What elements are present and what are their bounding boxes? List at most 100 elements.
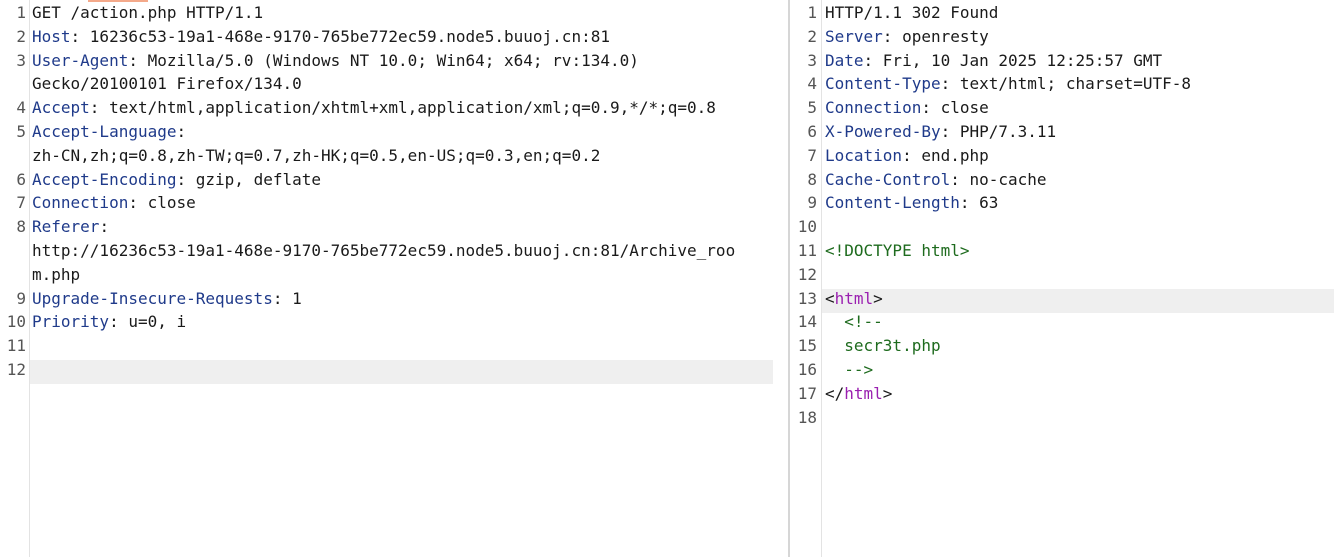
response-line[interactable]: 13 <html> bbox=[791, 287, 1334, 311]
line-content: http://16236c53-19a1-468e-9170-765be772e… bbox=[32, 239, 735, 263]
request-line[interactable]: 4 Accept: text/html,application/xhtml+xml… bbox=[0, 96, 783, 120]
header-name: Cache-Control bbox=[825, 169, 951, 189]
response-line[interactable]: 8 Cache-Control: no-cache bbox=[791, 168, 1334, 192]
body-text: zh-CN,zh;q=0.8,zh-TW;q=0.7,zh-HK;q=0.5,e… bbox=[32, 145, 601, 165]
line-number: 6 bbox=[807, 122, 817, 141]
header-name: Priority bbox=[32, 312, 110, 332]
header-value: : u=0, i bbox=[109, 312, 187, 332]
header-value: : Fri, 10 Jan 2025 12:25:57 GMT bbox=[863, 50, 1163, 70]
line-number: 1 bbox=[807, 3, 817, 22]
line-content: User-Agent: Mozilla/5.0 (Windows NT 10.0… bbox=[32, 49, 639, 73]
line-number: 10 bbox=[797, 217, 817, 237]
header-value: : text/html,application/xhtml+xml,applic… bbox=[89, 98, 716, 118]
response-line[interactable]: 4 Content-Type: text/html; charset=UTF-8 bbox=[791, 72, 1334, 96]
line-number: 9 bbox=[16, 288, 26, 308]
line-content: Server: openresty bbox=[825, 25, 989, 49]
line-number: 4 bbox=[16, 98, 26, 118]
header-value: : Mozilla/5.0 (Windows NT 10.0; Win64; x… bbox=[128, 50, 639, 70]
line-content: Accept-Encoding: gzip, deflate bbox=[32, 168, 321, 192]
response-line[interactable]: 18 bbox=[791, 406, 1334, 430]
response-line[interactable]: 17 </html> bbox=[791, 382, 1334, 406]
header-value: : close bbox=[921, 98, 989, 118]
response-line[interactable]: 15 secr3t.php bbox=[791, 334, 1334, 358]
header-name: Date bbox=[825, 50, 864, 70]
line-number: 11 bbox=[6, 336, 26, 356]
line-content: <!DOCTYPE html> bbox=[825, 239, 970, 263]
body-text: Gecko/20100101 Firefox/134.0 bbox=[32, 74, 302, 94]
request-line[interactable]: 12 bbox=[0, 358, 783, 382]
line-number: 12 bbox=[6, 360, 26, 379]
pane-splitter[interactable] bbox=[788, 0, 790, 557]
line-number: 11 bbox=[797, 241, 817, 260]
line-number: 5 bbox=[16, 122, 26, 141]
response-viewer[interactable]: 1 HTTP/1.1 302 Found 2 Server: openresty 3 Da… bbox=[791, 0, 1334, 557]
request-line[interactable]: 5 Accept-Language: bbox=[0, 120, 783, 144]
response-line[interactable]: 6 X-Powered-By: PHP/7.3.11 bbox=[791, 120, 1334, 144]
header-value: : openresty bbox=[882, 26, 989, 46]
header-value: : PHP/7.3.11 bbox=[940, 122, 1057, 141]
line-number: 7 bbox=[807, 145, 817, 165]
request-line[interactable]: 11 bbox=[0, 334, 783, 358]
body-text: <!DOCTYPE html> bbox=[825, 241, 970, 260]
response-line[interactable]: 2 Server: openresty bbox=[791, 25, 1334, 49]
line-number: 15 bbox=[797, 336, 817, 356]
line-number: 3 bbox=[16, 50, 26, 70]
request-line[interactable]: 9 Upgrade-Insecure-Requests: 1 bbox=[0, 287, 783, 311]
response-line[interactable]: 12 bbox=[791, 263, 1334, 287]
request-line[interactable]: m.php bbox=[0, 263, 783, 287]
line-content: Upgrade-Insecure-Requests: 1 bbox=[32, 287, 302, 311]
line-number: 14 bbox=[797, 312, 817, 332]
line-content: Accept: text/html,application/xhtml+xml,… bbox=[32, 96, 716, 120]
header-name: Location bbox=[825, 145, 903, 165]
line-number: 7 bbox=[16, 193, 26, 213]
response-line[interactable]: 16 --> bbox=[791, 358, 1334, 382]
request-editor[interactable]: 1 GET /action.php HTTP/1.1 2 Host: 16236c53… bbox=[0, 0, 783, 557]
line-content: Gecko/20100101 Firefox/134.0 bbox=[32, 72, 302, 96]
line-content: GET /action.php HTTP/1.1 bbox=[32, 1, 263, 25]
line-content: Location: end.php bbox=[825, 144, 989, 168]
line-content: Accept-Language: bbox=[32, 120, 186, 144]
request-line[interactable]: 1 GET /action.php HTTP/1.1 bbox=[0, 1, 783, 25]
response-line[interactable]: 3 Date: Fri, 10 Jan 2025 12:25:57 GMT bbox=[791, 49, 1334, 73]
header-name: X-Powered-By bbox=[825, 122, 941, 141]
request-line[interactable]: 10 Priority: u=0, i bbox=[0, 310, 783, 334]
header-value: : 63 bbox=[959, 193, 999, 213]
header-value: : 1 bbox=[272, 288, 302, 308]
line-content: Connection: close bbox=[32, 191, 196, 215]
line-content: secr3t.php bbox=[825, 334, 941, 358]
line-number: 17 bbox=[797, 383, 817, 403]
request-line[interactable]: Gecko/20100101 Firefox/134.0 bbox=[0, 72, 783, 96]
header-name: Referer bbox=[32, 217, 100, 237]
response-line[interactable]: 1 HTTP/1.1 302 Found bbox=[791, 1, 1334, 25]
request-line[interactable]: 8 Referer: bbox=[0, 215, 783, 239]
header-value: : text/html; charset=UTF-8 bbox=[940, 74, 1192, 94]
response-line[interactable]: 5 Connection: close bbox=[791, 96, 1334, 120]
response-line[interactable]: 11 <!DOCTYPE html> bbox=[791, 239, 1334, 263]
header-value: : gzip, deflate bbox=[176, 169, 322, 189]
line-content: </html> bbox=[825, 382, 892, 406]
line-number: 8 bbox=[807, 169, 817, 189]
request-line[interactable]: zh-CN,zh;q=0.8,zh-TW;q=0.7,zh-HK;q=0.5,e… bbox=[0, 144, 783, 168]
response-line[interactable]: 7 Location: end.php bbox=[791, 144, 1334, 168]
response-line[interactable]: 10 bbox=[791, 215, 1334, 239]
line-content: Priority: u=0, i bbox=[32, 310, 186, 334]
line-number: 2 bbox=[807, 26, 817, 46]
response-line[interactable]: 9 Content-Length: 63 bbox=[791, 191, 1334, 215]
line-number: 3 bbox=[807, 50, 817, 70]
header-value: : 16236c53-19a1-468e-9170-765be772ec59.n… bbox=[70, 26, 610, 46]
body-text: <!-- bbox=[825, 312, 883, 332]
body-text: http://16236c53-19a1-468e-9170-765be772e… bbox=[32, 241, 736, 260]
request-line[interactable]: http://16236c53-19a1-468e-9170-765be772e… bbox=[0, 239, 783, 263]
body-text: --> bbox=[825, 360, 874, 379]
body-text: secr3t.php bbox=[825, 336, 941, 356]
header-name: Accept bbox=[32, 98, 90, 118]
request-line[interactable]: 7 Connection: close bbox=[0, 191, 783, 215]
request-line[interactable]: 6 Accept-Encoding: gzip, deflate bbox=[0, 168, 783, 192]
request-line[interactable]: 2 Host: 16236c53-19a1-468e-9170-765be772e… bbox=[0, 25, 783, 49]
line-number: 2 bbox=[16, 26, 26, 46]
response-line[interactable]: 14 <!-- bbox=[791, 310, 1334, 334]
header-name: Content-Length bbox=[825, 193, 960, 213]
line-content: <!-- bbox=[825, 310, 883, 334]
line-content: Date: Fri, 10 Jan 2025 12:25:57 GMT bbox=[825, 49, 1162, 73]
request-line[interactable]: 3 User-Agent: Mozilla/5.0 (Windows NT 10.… bbox=[0, 49, 783, 73]
